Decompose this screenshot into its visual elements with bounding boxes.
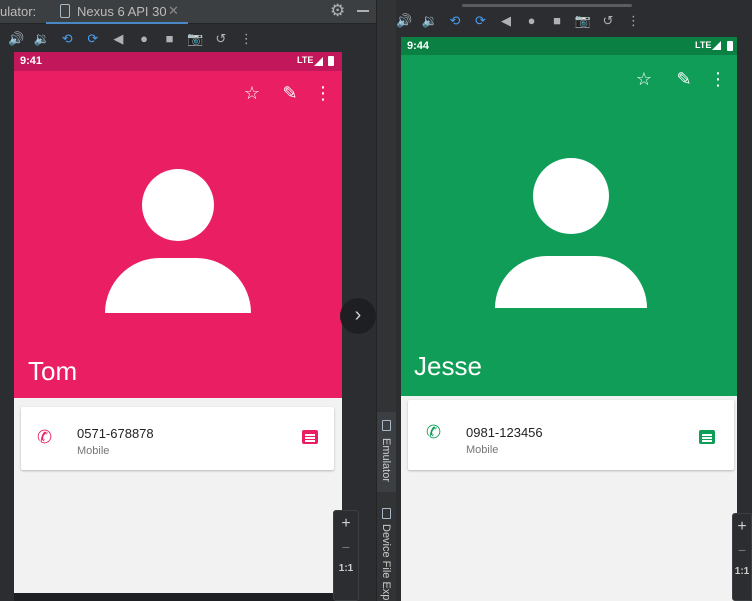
- tool-window-strip: Emulator Device File Expl: [376, 0, 397, 601]
- left-emulator-pane: ulator: Nexus 6 API 30 ✕ ⚙ 🔊 🔉 ⟲ ⟳ ◀ ● ■ 📷 ↺ ⋮ 9:…: [0, 0, 376, 601]
- avatar-placeholder-icon: [495, 158, 647, 308]
- gear-icon[interactable]: ⚙: [330, 1, 345, 21]
- more-icon[interactable]: ⋮: [707, 69, 729, 91]
- tab-close-icon[interactable]: ✕: [168, 3, 179, 19]
- device-file-explorer-side-tab[interactable]: Device File Expl: [377, 500, 397, 601]
- phone-icon: ✆: [37, 427, 53, 447]
- home-icon[interactable]: ●: [524, 13, 540, 29]
- emulator-side-tab[interactable]: Emulator: [377, 412, 397, 492]
- emulator-toolbar: 🔊 🔉 ⟲ ⟳ ◀ ● ■ 📷 ↺ ⋮: [396, 8, 752, 34]
- contact-header: ☆ ✎ ⋮ Jesse: [401, 55, 737, 396]
- phone-card[interactable]: ✆ 0981-123456 Mobile: [408, 400, 734, 470]
- snapshot-icon[interactable]: ↺: [213, 31, 229, 47]
- contact-name: Tom: [28, 356, 78, 386]
- phone-bottom-edge: [14, 593, 342, 601]
- zoom-controls: + − 1:1: [732, 513, 752, 601]
- volume-down-icon[interactable]: 🔉: [34, 31, 50, 47]
- device-icon: [60, 4, 70, 18]
- volume-up-icon[interactable]: 🔊: [8, 31, 24, 47]
- more-icon[interactable]: ⋮: [312, 83, 334, 105]
- scroll-indicator[interactable]: [462, 4, 632, 7]
- signal-icon: [314, 57, 323, 66]
- contact-name: Jesse: [414, 351, 482, 381]
- overview-icon[interactable]: ■: [162, 31, 178, 47]
- rotate-right-icon[interactable]: ⟳: [473, 13, 489, 29]
- home-icon[interactable]: ●: [136, 31, 152, 47]
- zoom-out-button[interactable]: −: [733, 542, 751, 558]
- back-icon[interactable]: ◀: [498, 13, 514, 29]
- zoom-out-button[interactable]: −: [334, 539, 358, 555]
- status-time: 9:44: [407, 40, 430, 52]
- phone-icon: ✆: [426, 422, 442, 442]
- rotate-left-icon[interactable]: ⟲: [59, 31, 75, 47]
- right-emulator-pane: 🔊 🔉 ⟲ ⟳ ◀ ● ■ 📷 ↺ ⋮ 9:44 LTE ☆ ✎ ⋮ Jesse ✆ 0981-1…: [396, 0, 752, 601]
- camera-icon[interactable]: 📷: [575, 13, 591, 29]
- volume-up-icon[interactable]: 🔊: [396, 13, 412, 29]
- status-time: 9:41: [20, 55, 43, 67]
- emulator-tab-label: Emulator: [380, 438, 392, 483]
- contact-header: ☆ ✎ ⋮ Tom: [14, 71, 342, 398]
- rotate-right-icon[interactable]: ⟳: [85, 31, 101, 47]
- tab-bar: ulator: Nexus 6 API 30 ✕ ⚙: [0, 0, 376, 24]
- tab-prefix-label: ulator:: [0, 4, 37, 19]
- phone-screen-right: 9:44 LTE ☆ ✎ ⋮ Jesse ✆ 0981-123456 Mobil…: [401, 37, 737, 601]
- zoom-in-button[interactable]: +: [334, 515, 358, 533]
- minimize-icon[interactable]: [357, 10, 369, 12]
- file-tab-icon: [382, 508, 391, 519]
- status-network: LTE: [297, 55, 314, 65]
- message-icon[interactable]: [699, 430, 715, 444]
- status-bar: 9:41 LTE: [14, 52, 342, 71]
- emulator-tab-icon: [382, 420, 391, 431]
- avatar-placeholder-icon: [105, 169, 251, 313]
- device-file-explorer-label: Device File Expl: [380, 524, 392, 601]
- zoom-1-1-button[interactable]: 1:1: [733, 566, 751, 577]
- star-icon[interactable]: ☆: [633, 69, 655, 91]
- volume-down-icon[interactable]: 🔉: [422, 13, 438, 29]
- phone-card[interactable]: ✆ 0571-678878 Mobile: [21, 407, 334, 470]
- edit-icon[interactable]: ✎: [673, 69, 695, 91]
- overview-icon[interactable]: ■: [549, 13, 565, 29]
- message-icon[interactable]: [302, 430, 318, 444]
- status-network: LTE: [695, 40, 712, 50]
- back-icon[interactable]: ◀: [110, 31, 126, 47]
- camera-icon[interactable]: 📷: [187, 31, 203, 47]
- battery-icon: [328, 56, 334, 66]
- edit-icon[interactable]: ✎: [279, 83, 301, 105]
- zoom-controls: + − 1:1: [333, 510, 359, 601]
- star-icon[interactable]: ☆: [241, 83, 263, 105]
- rotate-left-icon[interactable]: ⟲: [447, 13, 463, 29]
- zoom-in-button[interactable]: +: [733, 518, 751, 536]
- snapshot-icon[interactable]: ↺: [600, 13, 616, 29]
- emulator-toolbar: 🔊 🔉 ⟲ ⟳ ◀ ● ■ 📷 ↺ ⋮: [0, 26, 376, 52]
- more-icon[interactable]: ⋮: [626, 13, 642, 29]
- phone-number: 0981-123456: [466, 425, 543, 440]
- tab-label: Nexus 6 API 30: [77, 4, 167, 19]
- phone-number: 0571-678878: [77, 426, 154, 441]
- tab-nexus-6-api-30[interactable]: Nexus 6 API 30 ✕: [46, 0, 188, 24]
- next-device-button[interactable]: ›: [340, 298, 376, 334]
- signal-icon: [712, 41, 721, 50]
- status-bar: 9:44 LTE: [401, 37, 737, 55]
- phone-type: Mobile: [77, 445, 110, 457]
- phone-screen-left: 9:41 LTE ☆ ✎ ⋮ Tom ✆ 0571-678878 Mobile: [14, 52, 342, 601]
- more-icon[interactable]: ⋮: [238, 31, 254, 47]
- battery-icon: [727, 41, 733, 51]
- zoom-1-1-button[interactable]: 1:1: [334, 563, 358, 574]
- phone-type: Mobile: [466, 444, 499, 456]
